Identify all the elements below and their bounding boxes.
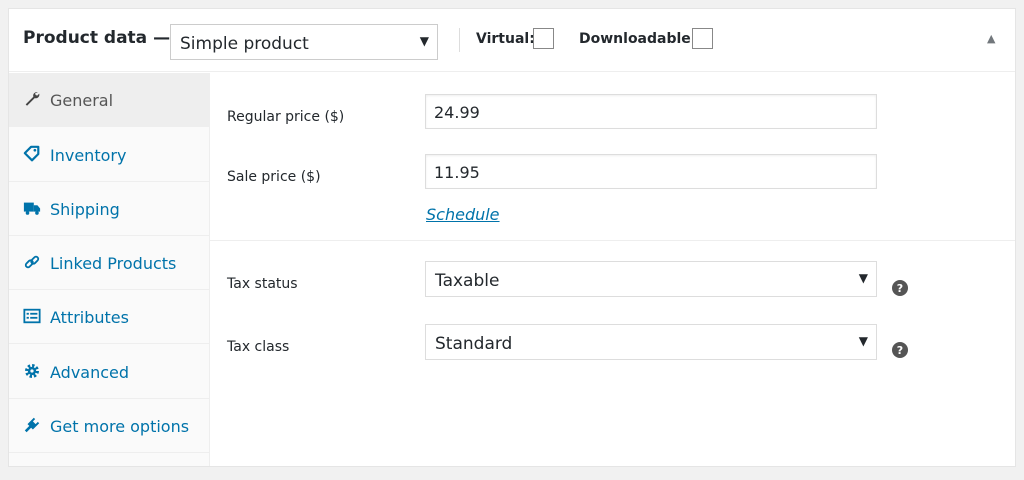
- product-type-value: Simple product: [180, 34, 309, 54]
- tab-get-more-options[interactable]: Get more options: [9, 399, 209, 453]
- downloadable-checkbox[interactable]: [692, 28, 713, 49]
- chevron-down-icon: ▼: [858, 271, 868, 285]
- regular-price-input[interactable]: 24.99: [425, 94, 877, 129]
- product-type-select[interactable]: Simple product ▼: [170, 24, 438, 60]
- svg-text:?: ?: [897, 344, 903, 357]
- tax-status-label: Tax status: [227, 276, 298, 292]
- tab-general[interactable]: General: [9, 73, 209, 127]
- list-icon: [23, 308, 41, 324]
- gear-icon: [25, 364, 39, 378]
- tax-class-value: Standard: [435, 334, 513, 354]
- tab-label: Linked Products: [50, 254, 177, 273]
- help-icon[interactable]: ?: [892, 280, 908, 296]
- header-divider: [459, 28, 460, 52]
- tab-label: Attributes: [50, 308, 129, 327]
- sale-price-input[interactable]: 11.95: [425, 154, 877, 189]
- schedule-link[interactable]: Schedule: [426, 205, 500, 224]
- regular-price-label: Regular price ($): [227, 109, 345, 125]
- wrench-icon: [25, 92, 40, 106]
- regular-price-value: 24.99: [434, 103, 480, 122]
- tab-attributes[interactable]: Attributes: [9, 290, 209, 344]
- tax-status-select[interactable]: Taxable ▼: [425, 261, 877, 297]
- link-icon: [24, 255, 40, 269]
- section-divider: [210, 240, 1015, 241]
- tax-status-value: Taxable: [435, 271, 500, 291]
- tab-label: Inventory: [50, 146, 127, 165]
- tab-label: Shipping: [50, 200, 120, 219]
- tag-icon: [23, 145, 40, 162]
- collapse-arrow-icon[interactable]: ▲: [987, 32, 995, 45]
- panel-title: Product data —: [23, 28, 171, 48]
- downloadable-label: Downloadable:: [579, 31, 697, 47]
- tab-linked-products[interactable]: Linked Products: [9, 236, 209, 290]
- tab-shipping[interactable]: Shipping: [9, 182, 209, 236]
- chevron-down-icon: ▼: [419, 34, 429, 48]
- sale-price-value: 11.95: [434, 163, 480, 182]
- sale-price-label: Sale price ($): [227, 169, 321, 185]
- svg-text:?: ?: [897, 282, 903, 295]
- tax-class-label: Tax class: [227, 339, 290, 355]
- tab-label: Advanced: [50, 363, 130, 382]
- tab-label: Get more options: [50, 417, 190, 436]
- product-data-tabs: General Inventory Shipping Linked Produc…: [9, 73, 210, 466]
- tab-label: General: [50, 91, 114, 110]
- virtual-label: Virtual:: [476, 31, 535, 47]
- general-tab-panel: Regular price ($) 24.99 Sale price ($) 1…: [210, 73, 1015, 466]
- tax-class-select[interactable]: Standard ▼: [425, 324, 877, 360]
- chevron-down-icon: ▼: [858, 334, 868, 348]
- panel-header: Product data — Simple product ▼ Virtual:…: [9, 9, 1015, 72]
- plugin-icon: [24, 417, 40, 433]
- tab-inventory[interactable]: Inventory: [9, 128, 209, 182]
- virtual-checkbox[interactable]: [533, 28, 554, 49]
- truck-icon: [23, 202, 41, 215]
- help-icon[interactable]: ?: [892, 342, 908, 358]
- product-data-panel: Product data — Simple product ▼ Virtual:…: [8, 8, 1016, 467]
- tab-advanced[interactable]: Advanced: [9, 345, 209, 399]
